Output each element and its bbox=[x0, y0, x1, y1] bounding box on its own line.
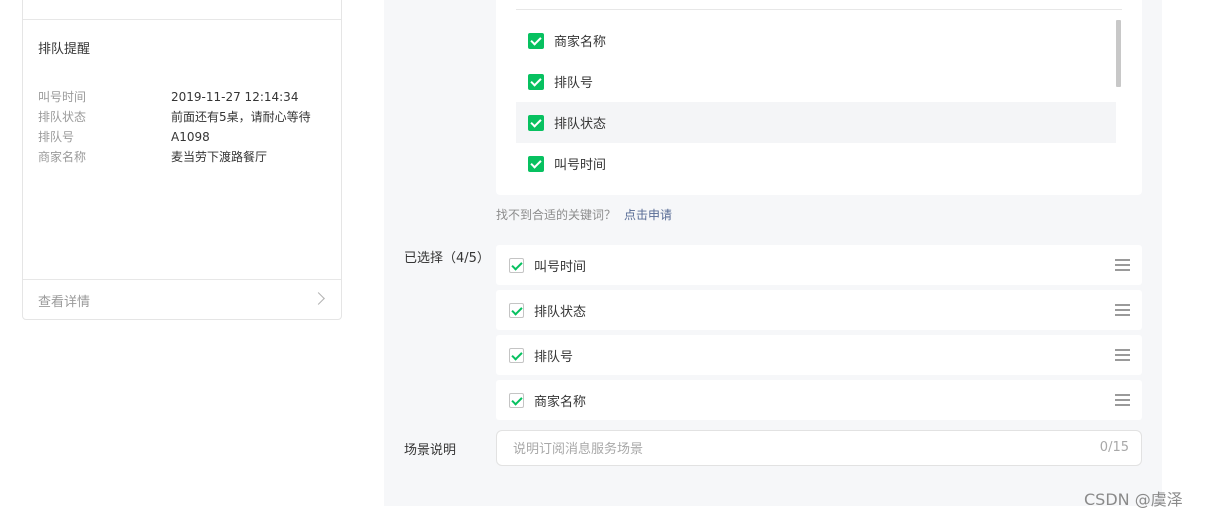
keyword-option-label: 商家名称 bbox=[554, 35, 607, 50]
apply-keyword-link[interactable]: 点击申请 bbox=[624, 208, 672, 222]
checkbox-checked-icon[interactable] bbox=[528, 114, 544, 131]
scrollbar-thumb[interactable] bbox=[1116, 20, 1121, 87]
drag-handle-icon[interactable] bbox=[1115, 304, 1130, 316]
checkbox-checked-icon[interactable] bbox=[528, 73, 544, 90]
keyword-options-list: 商家名称 排队号 排队状态 叫号时间 bbox=[496, 0, 1142, 195]
selected-item[interactable]: 排队状态 bbox=[496, 290, 1142, 330]
checkbox-checked-icon[interactable] bbox=[509, 347, 524, 363]
drag-handle-icon[interactable] bbox=[1115, 259, 1130, 271]
checkbox-checked-icon[interactable] bbox=[509, 257, 524, 273]
keyword-option-label: 排队状态 bbox=[554, 117, 607, 132]
field-key: 排队号 bbox=[38, 130, 75, 144]
keyword-hint: 找不到合适的关键词？ 点击申请 bbox=[496, 206, 672, 223]
keyword-option[interactable]: 排队状态 bbox=[516, 102, 1116, 143]
scene-description-label: 场景说明 bbox=[404, 443, 457, 458]
checkbox-checked-icon[interactable] bbox=[509, 302, 524, 318]
field-value: 前面还有5桌，请耐心等待 bbox=[171, 110, 311, 124]
field-key: 商家名称 bbox=[38, 150, 87, 164]
selected-item[interactable]: 排队号 bbox=[496, 335, 1142, 375]
field-value: 麦当劳下渡路餐厅 bbox=[171, 150, 268, 164]
preview-row: 商家名称 麦当劳下渡路餐厅 bbox=[38, 147, 331, 167]
keyword-option-label: 叫号时间 bbox=[554, 158, 607, 173]
divider bbox=[23, 19, 341, 20]
selected-item[interactable]: 商家名称 bbox=[496, 380, 1142, 420]
keyword-option[interactable]: 商家名称 bbox=[516, 20, 1116, 61]
chevron-right-icon[interactable] bbox=[312, 292, 325, 305]
preview-row: 排队状态 前面还有5桌，请耐心等待 bbox=[38, 107, 331, 127]
preview-fields: 叫号时间 2019-11-27 12:14:34 排队状态 前面还有5桌，请耐心… bbox=[38, 87, 331, 167]
selected-count-label: 已选择（4/5） bbox=[404, 251, 490, 266]
preview-row: 排队号 A1098 bbox=[38, 127, 331, 147]
drag-handle-icon[interactable] bbox=[1115, 349, 1130, 361]
char-counter: 0/15 bbox=[1099, 440, 1129, 455]
scene-description-input[interactable] bbox=[513, 439, 1073, 459]
preview-title: 排队提醒 bbox=[38, 42, 91, 57]
scene-description-field[interactable]: 0/15 bbox=[496, 430, 1142, 466]
divider bbox=[516, 9, 1122, 10]
keyword-option[interactable]: 排队号 bbox=[516, 61, 1116, 102]
keyword-option[interactable]: 叫号时间 bbox=[516, 143, 1116, 184]
checkbox-checked-icon[interactable] bbox=[528, 155, 544, 172]
preview-row: 叫号时间 2019-11-27 12:14:34 bbox=[38, 87, 331, 107]
selected-item-label: 商家名称 bbox=[534, 394, 587, 410]
selected-item[interactable]: 叫号时间 bbox=[496, 245, 1142, 285]
selected-item-label: 排队状态 bbox=[534, 304, 587, 320]
checkbox-checked-icon[interactable] bbox=[528, 32, 544, 49]
keyword-option-label: 排队号 bbox=[554, 76, 594, 91]
drag-handle-icon[interactable] bbox=[1115, 394, 1130, 406]
field-value: A1098 bbox=[171, 130, 210, 144]
watermark: CSDN @虞泽 bbox=[1084, 490, 1183, 509]
selected-item-label: 排队号 bbox=[534, 349, 574, 365]
divider bbox=[23, 279, 341, 280]
field-key: 叫号时间 bbox=[38, 90, 87, 104]
checkbox-checked-icon[interactable] bbox=[509, 392, 524, 408]
selected-item-label: 叫号时间 bbox=[534, 259, 587, 275]
field-value: 2019-11-27 12:14:34 bbox=[171, 90, 299, 104]
hint-text: 找不到合适的关键词？ bbox=[496, 208, 617, 222]
view-details-link[interactable]: 查看详情 bbox=[38, 291, 90, 310]
message-preview-card: 排队提醒 叫号时间 2019-11-27 12:14:34 排队状态 前面还有5… bbox=[22, 0, 342, 320]
field-key: 排队状态 bbox=[38, 110, 87, 124]
